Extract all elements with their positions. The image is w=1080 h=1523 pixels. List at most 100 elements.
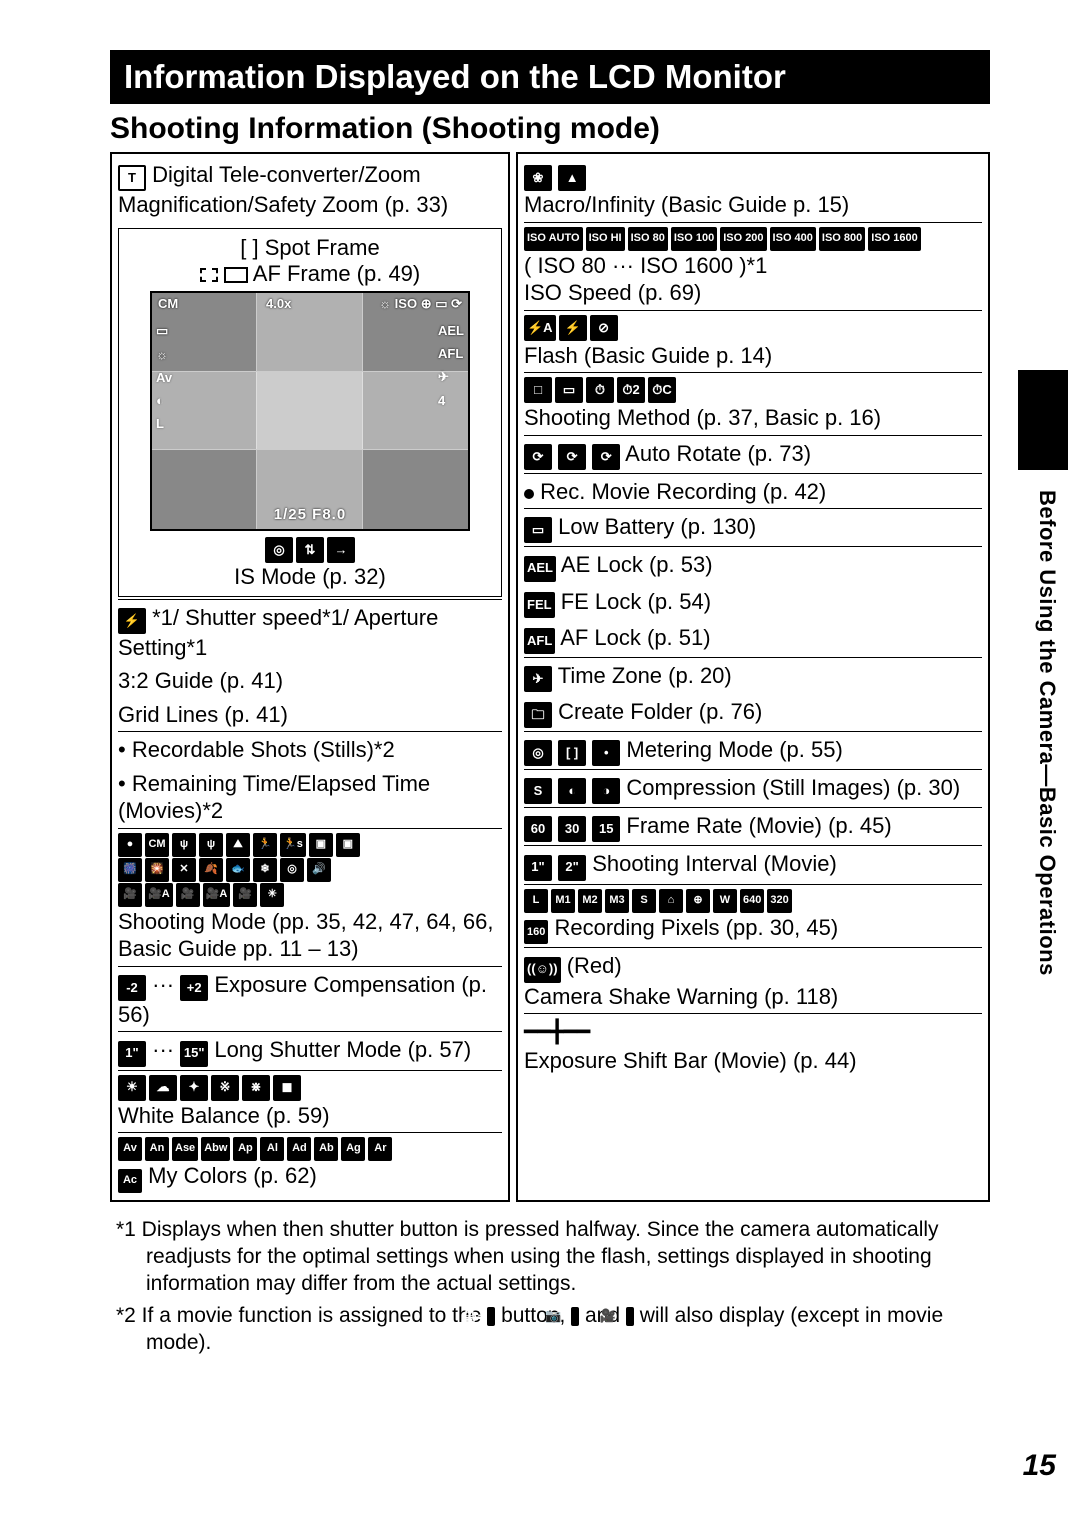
iso-icon: ISO 200 [720, 227, 766, 251]
is-icon: → [327, 537, 355, 563]
interval-icon: 2" [558, 855, 586, 881]
folder-icon: 🗀 [524, 702, 552, 728]
iso-range-note: ( ISO 80 ··· ISO 1600 )*1 [524, 252, 982, 280]
mode-icon: ◎ [280, 858, 304, 882]
recpix-icon: ⊕ [686, 889, 710, 913]
flash-icon: ⚡ [559, 315, 587, 341]
label: Digital Tele-converter/Zoom Magnificatio… [118, 162, 448, 217]
wb-icon: ◼ [273, 1075, 301, 1101]
is-icon: ⇅ [296, 537, 324, 563]
page-subtitle: Shooting Information (Shooting mode) [110, 112, 990, 146]
my-colors: Av An Ase Abw Ap Al Ad Ab Ag Ar Ac My Co… [118, 1132, 502, 1196]
macro-icon: ❀ [524, 165, 552, 191]
one-sec-icon: 1" [118, 1041, 146, 1067]
mode-icon: ▣ [309, 833, 333, 857]
comp-icon: S [524, 778, 552, 804]
mycolor-icon: An [145, 1137, 169, 1161]
plane-icon: ✈ [524, 666, 552, 692]
mode-icon: ψ [172, 833, 196, 857]
meter-icon: ◎ [524, 740, 552, 766]
side-tab [1018, 370, 1068, 470]
shooting-mode: ● CM ψ ψ ⛰ 🏃 🏃s ▣ ▣ 🎆 🎇 ✕ 🍂 🐟 ❄ [118, 828, 502, 966]
recpix-icon: L [524, 889, 548, 913]
guide-32: 3:2 Guide (p. 41) [118, 664, 502, 698]
mode-icon: ✕ [172, 858, 196, 882]
infinity-icon: ▲ [558, 165, 586, 191]
bar-icon: ━━╋━━ [524, 1020, 590, 1045]
af-lock: AFL AF Lock (p. 51) [524, 621, 982, 657]
mode-icon: 🎥 [176, 883, 200, 907]
shooting-method: □ ▭ ⏱ ⏱2 ⏱C Shooting Method (p. 37, Basi… [524, 372, 982, 435]
wb-icon: ※ [211, 1075, 239, 1101]
fifteen-sec-icon: 15" [180, 1041, 208, 1067]
fps-icon: 60 [524, 816, 552, 842]
drive-icon: ⏱ [586, 377, 614, 403]
iso-icon: ISO 100 [671, 227, 717, 251]
recording-pixels: L M1 M2 M3 S ⌂ ⊕ W 640 320 160 Recording… [524, 884, 982, 948]
mode-icon: 🎥A [203, 883, 231, 907]
white-balance: ☀ ☁ ✦ ※ ⋇ ◼ White Balance (p. 59) [118, 1070, 502, 1133]
iso-icon: ISO HI [586, 227, 625, 251]
mycolor-icon: Ap [233, 1137, 257, 1161]
drive-icon: ⏱C [648, 377, 676, 403]
rotate-icon: ⟳ [524, 444, 552, 470]
low-battery: ▭ Low Battery (p. 130) [524, 508, 982, 546]
mode-icon: ❄ [253, 858, 277, 882]
meter-icon: [ ] [558, 740, 586, 766]
movie-icon: 🎥 [626, 1307, 634, 1326]
interval-icon: 1" [524, 855, 552, 881]
compression: S ◐ ◑ Compression (Still Images) (p. 30) [524, 769, 982, 807]
flash-icon: ⚡A [524, 315, 556, 341]
mode-icon: ▣ [336, 833, 360, 857]
recpix-icon: W [713, 889, 737, 913]
wb-icon: ⋇ [242, 1075, 270, 1101]
drive-icon: ▭ [555, 377, 583, 403]
recordable-shots: • Recordable Shots (Stills)*2 [118, 731, 502, 767]
mycolor-icon: Ar [368, 1137, 392, 1161]
shutter-aperture: ⚡ *1/ Shutter speed*1/ Aperture Setting*… [118, 599, 502, 665]
recpix-icon: S [632, 889, 656, 913]
mode-icon: 🎥 [118, 883, 142, 907]
mycolor-icon: Ad [287, 1137, 311, 1161]
footnote-1: *1 Displays when then shutter button is … [116, 1216, 990, 1298]
recpix-icon: ⌂ [659, 889, 683, 913]
comp-icon: ◐ [558, 778, 586, 804]
macro-infinity: ❀ ▲ Macro/Infinity (Basic Guide p. 15) [524, 158, 982, 222]
auto-rotate: ⟳ ⟳ ⟳ Auto Rotate (p. 73) [524, 435, 982, 473]
recpix-icon: 160 [524, 920, 548, 944]
iso-icon: ISO 80 [628, 227, 668, 251]
print-share-icon: 🖨~ [487, 1307, 495, 1326]
ae-lock: AEL AE Lock (p. 53) [524, 546, 982, 584]
mode-icon: 🎆 [118, 858, 142, 882]
lcd-screen-mock: CM4.0x☼ ISO ⊕ ▭ ⟳ ▭☼Av◐L AELAFL✈4 1/25 F… [150, 291, 470, 531]
iso-icon: ISO 800 [819, 227, 865, 251]
left-column: T Digital Tele-converter/Zoom Magnificat… [110, 152, 510, 1202]
af-frame: AF Frame (p. 49) [200, 261, 421, 287]
drive-icon: ⏱2 [617, 377, 645, 403]
fe-lock: FEL FE Lock (p. 54) [524, 585, 982, 621]
fps-icon: 15 [592, 816, 620, 842]
movie-recording: Rec. Movie Recording (p. 42) [524, 473, 982, 509]
t-icon: T [118, 165, 146, 191]
iso-icon: ISO AUTO [524, 227, 583, 251]
afl-icon: AFL [524, 628, 555, 654]
recpix-icon: 320 [767, 889, 791, 913]
mycolor-icon: Ab [314, 1137, 338, 1161]
mycolor-icon: Al [260, 1137, 284, 1161]
time-zone: ✈ Time Zone (p. 20) [524, 657, 982, 695]
recpix-icon: M2 [578, 889, 602, 913]
minus2-icon: -2 [118, 975, 146, 1001]
mode-icon: 🐟 [226, 858, 250, 882]
iso-icon: ISO 1600 [868, 227, 920, 251]
lcd-callout-box: [ ] Spot Frame AF Frame (p. 49) CM4.0x☼ … [118, 228, 502, 597]
remaining-time: • Remaining Time/Elapsed Time (Movies)*2 [118, 767, 502, 828]
mode-icon: ✳ [260, 883, 284, 907]
digital-tele: T Digital Tele-converter/Zoom Magnificat… [118, 158, 502, 222]
mycolor-icon: Av [118, 1137, 142, 1161]
rec-dot-icon [524, 489, 534, 499]
rotate-icon: ⟳ [558, 444, 586, 470]
shake-icon: ((☺)) [524, 957, 561, 983]
footnote-2: *2 If a movie function is assigned to th… [116, 1302, 990, 1357]
recpix-icon: 640 [740, 889, 764, 913]
flash: ⚡A ⚡ ⊘ Flash (Basic Guide p. 14) [524, 310, 982, 373]
